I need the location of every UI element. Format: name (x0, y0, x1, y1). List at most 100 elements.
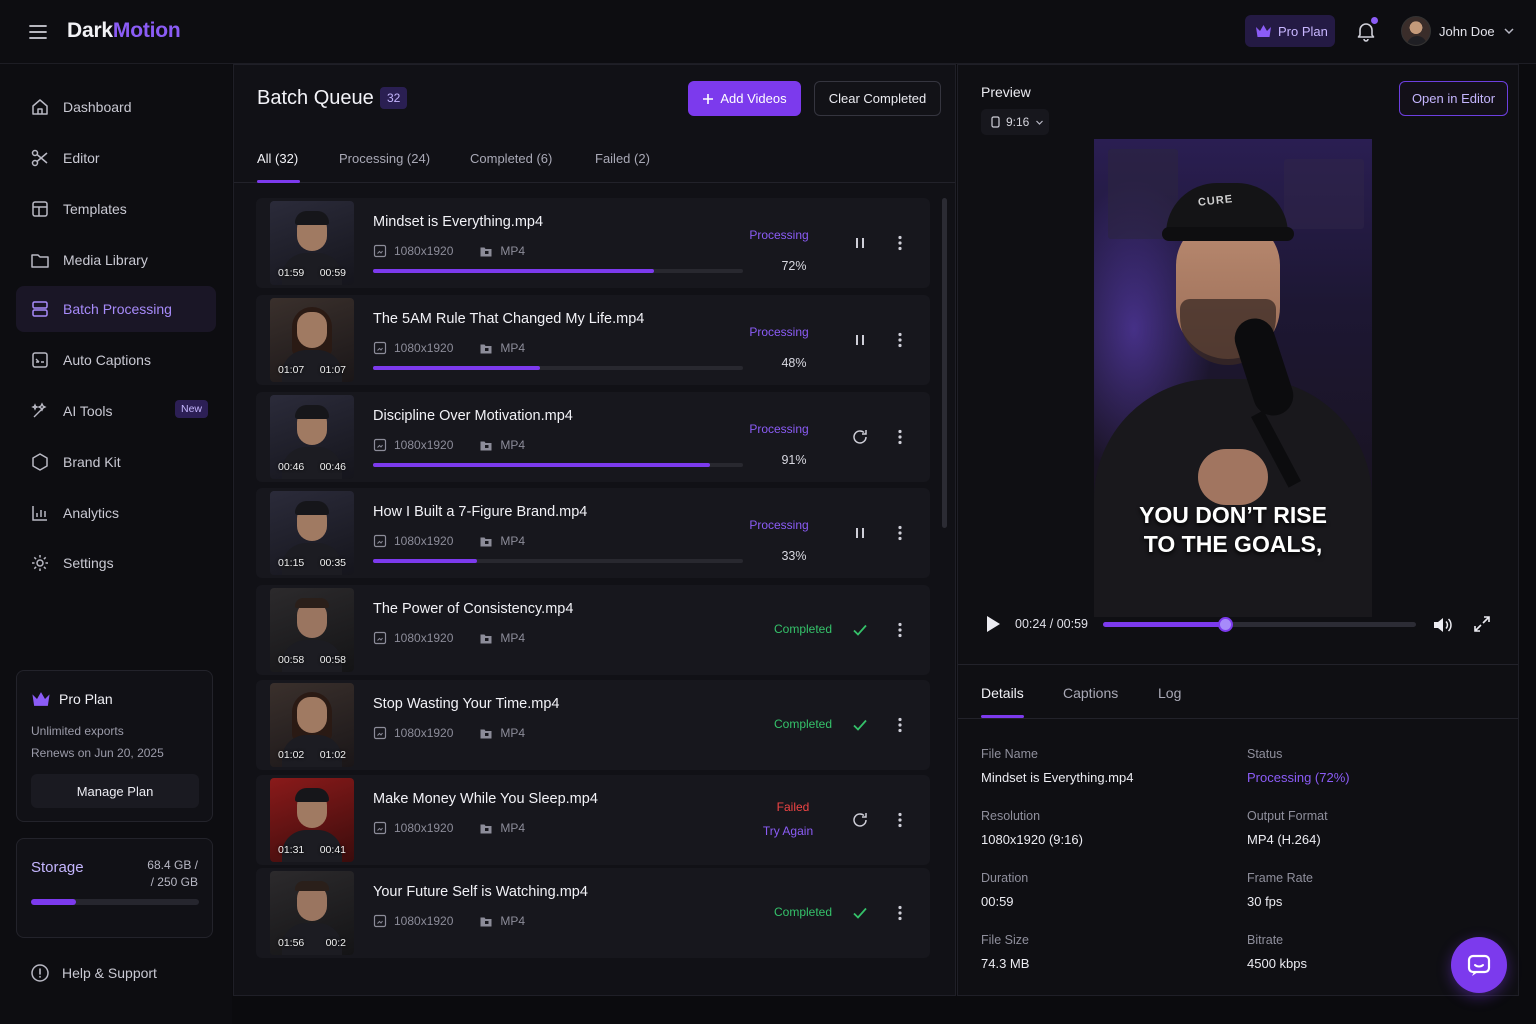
progress-bar-fill (373, 366, 540, 370)
open-in-editor-button[interactable]: Open in Editor (1399, 81, 1508, 116)
tab-captions[interactable]: Captions (1063, 685, 1118, 701)
resolution-icon (373, 438, 387, 452)
queue-row[interactable]: 01:31 00:41 Make Money While You Sleep.m… (256, 775, 930, 865)
menu-icon[interactable] (28, 22, 48, 42)
queue-row[interactable]: 00:58 00:58 The Power of Consistency.mp4… (256, 585, 930, 675)
video-title[interactable]: Make Money While You Sleep.mp4 (373, 791, 598, 807)
logo-text-motion: Motion (112, 19, 181, 42)
chat-support-button[interactable] (1451, 937, 1507, 993)
app-logo[interactable]: DarkMotion (67, 19, 181, 43)
batch-icon (32, 301, 48, 317)
sidebar-item-templates[interactable]: Templates (16, 186, 216, 232)
gear-icon (32, 555, 48, 571)
resolution-value: 1080x1920 (394, 534, 454, 548)
format-icon (479, 244, 493, 258)
more-options-icon[interactable] (888, 328, 912, 352)
storage-bar-fill (31, 899, 77, 905)
resolution-icon (373, 631, 387, 645)
video-preview[interactable]: CURE YOU DON’T RISE TO THE GOALS, (1094, 139, 1372, 617)
seek-handle[interactable] (1218, 617, 1234, 632)
aspect-ratio-select[interactable]: 9:16 (981, 109, 1049, 135)
video-thumbnail[interactable]: 01:15 00:35 (270, 491, 354, 575)
pause-icon[interactable] (848, 328, 872, 352)
video-title[interactable]: Stop Wasting Your Time.mp4 (373, 696, 559, 712)
volume-icon[interactable] (1431, 614, 1453, 636)
tab-failed[interactable]: Failed (2) (595, 151, 650, 166)
chevron-down-icon (1504, 28, 1514, 35)
sidebar-item-label: Analytics (63, 505, 120, 521)
add-videos-button[interactable]: Add Videos (688, 81, 801, 116)
video-thumbnail[interactable]: 01:07 01:07 (270, 298, 354, 382)
sidebar-item-batch-processing[interactable]: Batch Processing (16, 286, 216, 332)
video-thumbnail[interactable]: 01:31 00:41 (270, 778, 354, 862)
video-title[interactable]: Mindset is Everything.mp4 (373, 214, 543, 230)
video-title[interactable]: The Power of Consistency.mp4 (373, 601, 573, 617)
queue-row[interactable]: 01:15 00:35 How I Built a 7-Figure Brand… (256, 488, 930, 578)
progress-bar-fill (373, 269, 655, 273)
try-again-link[interactable]: Try Again (756, 824, 820, 838)
tab-completed[interactable]: Completed (6) (470, 151, 552, 166)
seek-bar[interactable] (1103, 622, 1416, 627)
more-options-icon[interactable] (888, 618, 912, 642)
queue-row[interactable]: 01:07 01:07 The 5AM Rule That Changed My… (256, 295, 930, 385)
tab-processing[interactable]: Processing (24) (339, 151, 430, 166)
resolution-value: 1080x1920 (394, 821, 454, 835)
tab-log[interactable]: Log (1158, 685, 1181, 701)
fullscreen-icon[interactable] (1472, 614, 1492, 634)
more-options-icon[interactable] (888, 231, 912, 255)
progress-bar (373, 559, 743, 563)
sidebar-item-auto-captions[interactable]: Auto Captions (16, 337, 216, 383)
speaker-cap-brim (1162, 227, 1294, 241)
sidebar-item-settings[interactable]: Settings (16, 540, 216, 586)
sidebar-item-media-library[interactable]: Media Library (16, 237, 216, 283)
video-title[interactable]: Your Future Self is Watching.mp4 (373, 884, 588, 900)
sidebar-item-editor[interactable]: Editor (16, 135, 216, 181)
thumbnail-hair (295, 881, 329, 891)
manage-plan-button[interactable]: Manage Plan (31, 774, 199, 808)
thumbnail-timecode: 01:07 (278, 364, 305, 376)
sidebar-item-ai-tools[interactable]: AI Tools New (16, 388, 216, 434)
video-thumbnail[interactable]: 00:58 00:58 (270, 588, 354, 672)
detail-value: Mindset is Everything.mp4 (981, 770, 1134, 785)
queue-row[interactable]: 01:02 01:02 Stop Wasting Your Time.mp4 1… (256, 680, 930, 770)
more-options-icon[interactable] (888, 713, 912, 737)
speaker-hand (1198, 449, 1268, 505)
help-support-link[interactable]: Help & Support (30, 963, 157, 983)
video-thumbnail[interactable]: 01:02 01:02 (270, 683, 354, 767)
video-title[interactable]: The 5AM Rule That Changed My Life.mp4 (373, 311, 644, 327)
user-menu[interactable]: John Doe (1401, 15, 1515, 47)
video-caption: YOU DON’T RISE TO THE GOALS, (1094, 501, 1372, 559)
video-title[interactable]: Discipline Over Motivation.mp4 (373, 408, 573, 424)
tab-all[interactable]: All (32) (257, 151, 298, 166)
sidebar-item-brand-kit[interactable]: Brand Kit (16, 439, 216, 485)
clear-completed-button[interactable]: Clear Completed (814, 81, 941, 116)
play-icon[interactable] (984, 614, 1002, 634)
queue-row[interactable]: 00:46 00:46 Discipline Over Motivation.m… (256, 392, 930, 482)
sidebar-item-dashboard[interactable]: Dashboard (16, 84, 216, 130)
queue-row[interactable]: 01:56 00:2 Your Future Self is Watching.… (256, 868, 930, 958)
user-name: John Doe (1439, 23, 1495, 39)
pause-icon[interactable] (848, 231, 872, 255)
pro-plan-badge[interactable]: Pro Plan (1245, 15, 1335, 47)
queue-scrollbar[interactable] (942, 198, 947, 528)
queue-tabs: All (32) Processing (24) Completed (6) F… (234, 133, 955, 183)
plan-card: Pro Plan Unlimited exports Renews on Jun… (16, 670, 213, 822)
video-thumbnail[interactable]: 00:46 00:46 (270, 395, 354, 479)
thumbnail-duration: 00:35 (319, 557, 346, 569)
pause-icon[interactable] (848, 521, 872, 545)
more-options-icon[interactable] (888, 521, 912, 545)
video-thumbnail[interactable]: 01:59 00:59 (270, 201, 354, 285)
tab-details[interactable]: Details (981, 685, 1024, 701)
seek-bar-fill (1103, 622, 1226, 627)
retry-icon[interactable] (848, 808, 872, 832)
queue-row[interactable]: 01:59 00:59 Mindset is Everything.mp4 10… (256, 198, 930, 288)
current-time: 00:24 (1015, 617, 1047, 631)
video-thumbnail[interactable]: 01:56 00:2 (270, 871, 354, 955)
sidebar-item-analytics[interactable]: Analytics (16, 490, 216, 536)
more-options-icon[interactable] (888, 901, 912, 925)
retry-icon[interactable] (848, 425, 872, 449)
video-title[interactable]: How I Built a 7-Figure Brand.mp4 (373, 504, 587, 520)
plan-card-title: Pro Plan (31, 691, 113, 707)
more-options-icon[interactable] (888, 425, 912, 449)
more-options-icon[interactable] (888, 808, 912, 832)
